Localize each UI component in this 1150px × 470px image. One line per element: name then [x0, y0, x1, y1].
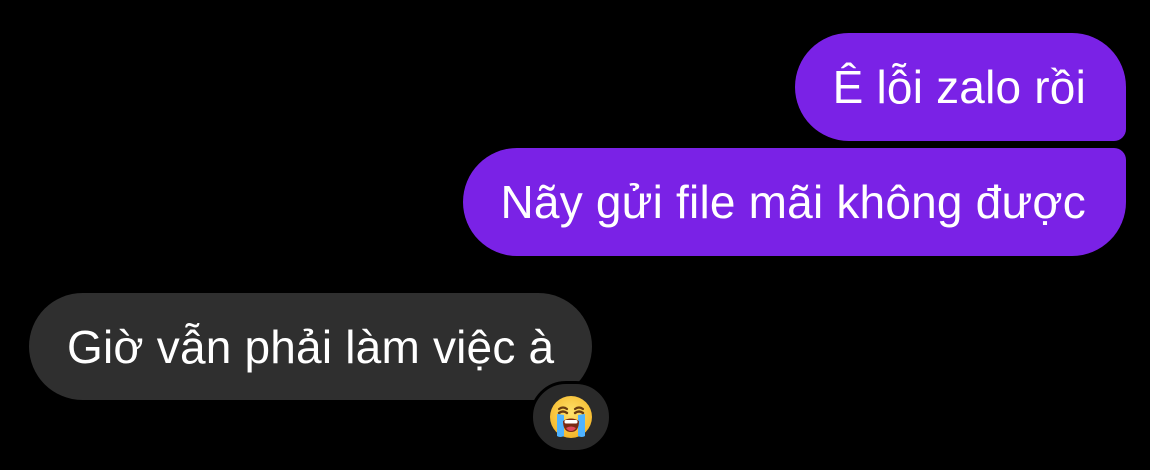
message-reaction[interactable] — [530, 381, 612, 453]
incoming-message-bubble[interactable]: Giờ vẫn phải làm việc à — [29, 293, 593, 400]
outgoing-message-bubble[interactable]: Nãy gửi file mãi không được — [462, 148, 1126, 256]
message-text: Nãy gửi file mãi không được — [500, 176, 1086, 228]
loudly-crying-face-icon — [548, 394, 594, 440]
outgoing-message-bubble[interactable]: Ê lỗi zalo rồi — [794, 33, 1126, 141]
message-text: Giờ vẫn phải làm việc à — [67, 320, 555, 373]
message-text: Ê lỗi zalo rồi — [832, 61, 1086, 113]
